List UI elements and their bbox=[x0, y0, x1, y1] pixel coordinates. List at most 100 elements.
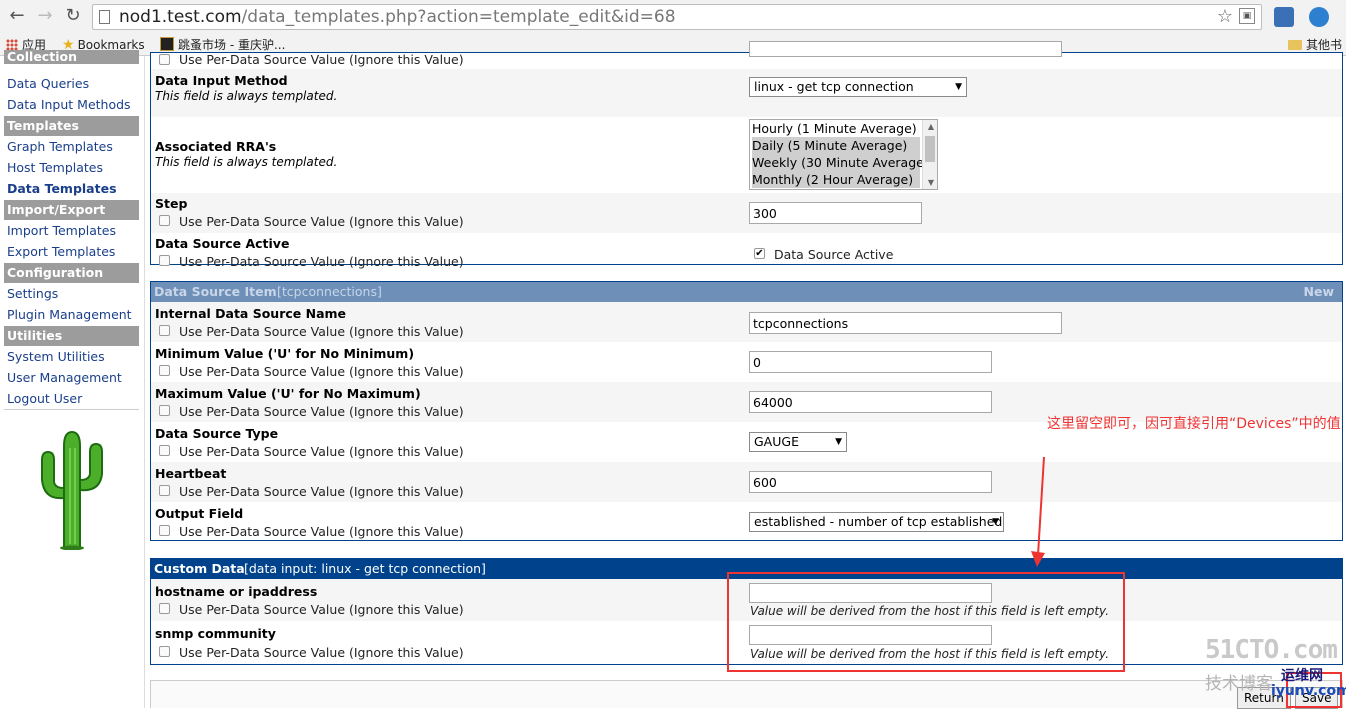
row-step: Step Use Per-Data Source Value (Ignore t… bbox=[151, 193, 1342, 233]
data-source-active-checkbox-label: Data Source Active bbox=[774, 247, 894, 262]
row-data-source-active: Data Source Active Use Per-Data Source V… bbox=[151, 233, 1342, 269]
step-input[interactable] bbox=[749, 202, 922, 224]
row-minimum-value: Minimum Value ('U' for No Minimum) Use P… bbox=[151, 342, 1342, 382]
internal-name-label: Internal Data Source Name bbox=[155, 306, 347, 321]
row-output-field: Output Field Use Per-Data Source Value (… bbox=[151, 502, 1342, 540]
minimum-value-input[interactable] bbox=[749, 351, 992, 373]
data-input-method-select[interactable]: linux - get tcp connection ▼ bbox=[749, 77, 967, 97]
sidebar-item-data-templates[interactable]: Data Templates bbox=[7, 181, 117, 197]
per-ds-checkbox[interactable] bbox=[159, 525, 170, 536]
dropdown-arrow-icon: ▼ bbox=[955, 82, 962, 92]
form-actions-bar: Return Save bbox=[150, 680, 1343, 709]
always-templated-note: This field is always templated. bbox=[155, 89, 338, 103]
heartbeat-input[interactable] bbox=[749, 471, 992, 493]
row-heartbeat: Heartbeat Use Per-Data Source Value (Ign… bbox=[151, 462, 1342, 502]
data-source-panel: Use Per-Data Source Value (Ignore this V… bbox=[150, 41, 1343, 269]
bookmark-star-icon[interactable]: ☆ bbox=[1217, 6, 1233, 27]
maximum-value-input[interactable] bbox=[749, 391, 992, 413]
ds-item-new-link[interactable]: New bbox=[1304, 282, 1335, 302]
url-text: nod1.test.com/data_templates.php?action=… bbox=[119, 7, 676, 27]
watermark-line1: 51CTO.com bbox=[1205, 635, 1338, 665]
data-source-item-header: Data Source Item [tcpconnections] New bbox=[151, 282, 1342, 302]
custom-data-bracket: [data input: linux - get tcp connection] bbox=[244, 561, 486, 576]
bookmark-market[interactable]: 跳蚤市场 - 重庆驴... bbox=[160, 37, 285, 53]
sidebar-item-user-management[interactable]: User Management bbox=[7, 370, 122, 386]
sidebar-item-settings[interactable]: Settings bbox=[7, 286, 58, 302]
sidebar-item-import-templates[interactable]: Import Templates bbox=[7, 223, 116, 239]
row-internal-name: Internal Data Source Name Use Per-Data S… bbox=[151, 302, 1342, 342]
associated-rras-label: Associated RRA's bbox=[155, 139, 277, 154]
sidebar-divider bbox=[4, 409, 139, 410]
per-ds-checkbox[interactable] bbox=[159, 485, 170, 496]
annotation-text: 这里留空即可，因可直接引用“Devices”中的值 bbox=[1047, 416, 1341, 432]
rra-listbox[interactable]: Hourly (1 Minute Average) Daily (5 Minut… bbox=[749, 119, 938, 190]
sidebar-item-system-utilities[interactable]: System Utilities bbox=[7, 349, 105, 365]
browser-toolbar: ← → ↻ nod1.test.com/data_templates.php?a… bbox=[0, 0, 1346, 34]
sidebar-item-data-queries[interactable]: Data Queries bbox=[7, 76, 89, 92]
scroll-up-icon[interactable]: ▲ bbox=[928, 122, 934, 131]
per-ds-checkbox[interactable] bbox=[159, 54, 170, 65]
watermark: 51CTO.com 技术博客 运维网 iyunv.com bbox=[1203, 635, 1346, 708]
data-source-item-panel: Data Source Item [tcpconnections] New In… bbox=[150, 281, 1343, 541]
forward-icon[interactable]: → bbox=[34, 5, 56, 27]
per-ds-label: Use Per-Data Source Value (Ignore this V… bbox=[179, 214, 464, 229]
row-associated-rras: Associated RRA's This field is always te… bbox=[151, 117, 1342, 193]
extension-icon[interactable]: ▣ bbox=[1239, 8, 1255, 24]
rra-option[interactable]: Hourly (1 Minute Average) bbox=[752, 120, 917, 137]
extension-icon[interactable] bbox=[1309, 7, 1329, 27]
site-favicon bbox=[160, 37, 174, 51]
minimum-value-label: Minimum Value ('U' for No Minimum) bbox=[155, 346, 415, 361]
sidebar-item-host-templates[interactable]: Host Templates bbox=[7, 160, 103, 176]
sidebar: Collection Methods Data Queries Data Inp… bbox=[0, 50, 145, 708]
rra-option[interactable]: Daily (5 Minute Average) bbox=[752, 137, 920, 154]
sidebar-item-graph-templates[interactable]: Graph Templates bbox=[7, 139, 113, 155]
sidebar-item-logout-user[interactable]: Logout User bbox=[7, 391, 82, 407]
data-source-type-label: Data Source Type bbox=[155, 426, 279, 441]
back-icon[interactable]: ← bbox=[6, 5, 28, 27]
cut-input[interactable] bbox=[749, 41, 1062, 57]
sidebar-item-data-input-methods[interactable]: Data Input Methods bbox=[7, 97, 131, 113]
annotation-highlight-box bbox=[727, 572, 1125, 672]
per-ds-label: Use Per-Data Source Value (Ignore this V… bbox=[179, 645, 464, 660]
dropdown-arrow-icon: ▼ bbox=[992, 517, 999, 527]
per-ds-checkbox[interactable] bbox=[159, 255, 170, 266]
sidebar-heading-import-export: Import/Export bbox=[4, 200, 139, 220]
heartbeat-label: Heartbeat bbox=[155, 466, 227, 481]
per-ds-checkbox[interactable] bbox=[159, 215, 170, 226]
annotation-arrow-icon bbox=[1031, 456, 1045, 567]
data-source-active-checkbox[interactable]: ✔ bbox=[754, 248, 765, 259]
cactus-logo-icon bbox=[41, 430, 103, 550]
data-source-type-select[interactable]: GAUGE ▼ bbox=[749, 432, 847, 452]
sidebar-heading-configuration: Configuration bbox=[4, 263, 139, 283]
per-ds-checkbox[interactable] bbox=[159, 646, 170, 657]
per-ds-checkbox[interactable] bbox=[159, 603, 170, 614]
extension-icon[interactable] bbox=[1274, 7, 1294, 27]
per-ds-checkbox[interactable] bbox=[159, 325, 170, 336]
rra-option[interactable]: Monthly (2 Hour Average) bbox=[752, 171, 920, 188]
data-input-method-label: Data Input Method bbox=[155, 73, 288, 88]
per-ds-label: Use Per-Data Source Value (Ignore this V… bbox=[179, 524, 464, 539]
data-source-active-label: Data Source Active bbox=[155, 236, 290, 251]
rra-option[interactable]: Weekly (30 Minute Average) bbox=[752, 154, 929, 171]
per-ds-checkbox[interactable] bbox=[159, 405, 170, 416]
bookmark-other[interactable]: 其他书 bbox=[1288, 37, 1342, 53]
per-ds-label: Use Per-Data Source Value (Ignore this V… bbox=[179, 444, 464, 459]
output-field-label: Output Field bbox=[155, 506, 244, 521]
scroll-thumb[interactable] bbox=[925, 136, 935, 162]
per-ds-checkbox[interactable] bbox=[159, 365, 170, 376]
listbox-scrollbar[interactable]: ▲ ▼ bbox=[922, 120, 937, 189]
per-ds-label: Use Per-Data Source Value (Ignore this V… bbox=[179, 404, 464, 419]
scroll-down-icon[interactable]: ▼ bbox=[928, 178, 934, 187]
sidebar-heading-utilities: Utilities bbox=[4, 326, 139, 346]
internal-name-input[interactable] bbox=[749, 312, 1062, 334]
output-field-select[interactable]: established - number of tcp established ▼ bbox=[749, 512, 1004, 532]
sidebar-item-plugin-management[interactable]: Plugin Management bbox=[7, 307, 132, 323]
snmp-community-label: snmp community bbox=[155, 626, 276, 641]
hostname-label: hostname or ipaddress bbox=[155, 584, 318, 599]
sidebar-item-export-templates[interactable]: Export Templates bbox=[7, 244, 115, 260]
per-ds-checkbox[interactable] bbox=[159, 445, 170, 456]
row-data-input-method: Data Input Method This field is always t… bbox=[151, 69, 1342, 117]
address-bar[interactable]: nod1.test.com/data_templates.php?action=… bbox=[92, 4, 1262, 30]
watermark-line3: 运维网 bbox=[1281, 668, 1323, 684]
reload-icon[interactable]: ↻ bbox=[62, 5, 84, 27]
